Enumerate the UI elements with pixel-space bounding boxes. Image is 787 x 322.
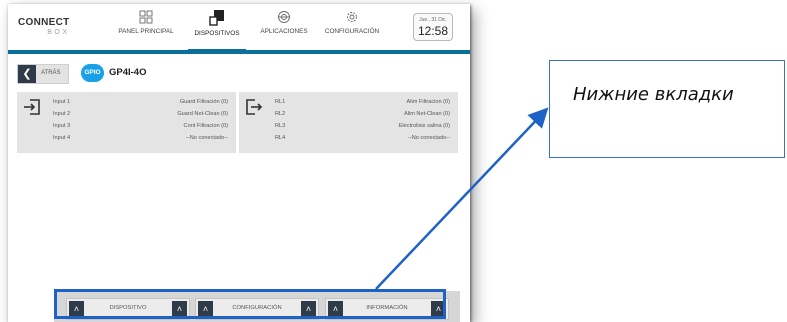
tab-label: INFORMACIÓN xyxy=(366,305,408,311)
input-value: Cont Filtracion (0) xyxy=(183,123,228,129)
applications-icon xyxy=(278,11,290,23)
clock-time: 12:58 xyxy=(417,24,449,38)
logo-text-bottom: BOX xyxy=(47,29,70,36)
back-label: ATRÁS xyxy=(41,70,61,76)
nav-panel-principal[interactable]: PANEL PRINCIPAL xyxy=(116,10,176,50)
output-row: RL1 Alim Filtracion (0) xyxy=(275,99,450,108)
output-name: RL2 xyxy=(275,111,286,117)
output-value: --No conectado-- xyxy=(408,135,450,141)
input-name: Input 1 xyxy=(53,99,71,105)
outputs-panel: RL1 Alim Filtracion (0) RL2 Alim Net-Cle… xyxy=(239,92,458,153)
input-name: Input 4 xyxy=(53,135,71,141)
tab-dispositivo[interactable]: ˄ DISPOSITIVO ˄ xyxy=(66,298,190,320)
back-button[interactable]: ❮ ATRÁS xyxy=(17,64,69,84)
chevron-up-icon[interactable]: ˄ xyxy=(172,301,187,316)
nav-label: PANEL PRINCIPAL xyxy=(118,28,174,35)
bottom-tabs-bar: ˄ DISPOSITIVO ˄ ˄ CONFIGURACIÓN ˄ ˄ INFO… xyxy=(54,291,460,322)
header-divider xyxy=(8,50,470,54)
devices-icon xyxy=(209,10,224,26)
chevron-up-icon[interactable]: ˄ xyxy=(69,301,84,316)
output-row: RL2 Alim Net-Clean (0) xyxy=(275,111,450,120)
inputs-panel: Input 1 Guard Filtración (0) Input 2 Gua… xyxy=(17,92,236,153)
tab-configuracion[interactable]: ˄ CONFIGURACIÓN ˄ xyxy=(195,298,319,320)
chevron-up-icon[interactable]: ˄ xyxy=(198,301,213,316)
input-row: Input 3 Cont Filtracion (0) xyxy=(53,123,228,132)
device-header: ❮ ATRÁS GPIO GP4I-4O xyxy=(8,56,470,88)
input-name: Input 3 xyxy=(53,123,71,129)
nav-configuracion[interactable]: CONFIGURACIÓN xyxy=(320,10,384,50)
output-name: RL3 xyxy=(275,123,286,129)
logo: CONNECT BOX xyxy=(18,17,70,37)
input-value: --No conectado-- xyxy=(186,135,228,141)
app-screenshot: CONNECT BOX PANEL PRINCIPAL DISPOSITIVOS xyxy=(8,4,470,322)
chevron-up-icon[interactable]: ˄ xyxy=(328,301,343,316)
tab-label: DISPOSITIVO xyxy=(109,305,147,311)
output-value: Alim Net-Clean (0) xyxy=(403,111,450,117)
tab-label: CONFIGURACIÓN xyxy=(232,305,282,311)
output-name: RL4 xyxy=(275,135,286,141)
nav-label: CONFIGURACIÓN xyxy=(324,28,380,35)
annotation-callout: Нижние вкладки xyxy=(549,60,785,158)
chevron-left-icon: ❮ xyxy=(18,65,36,83)
tab-informacion[interactable]: ˄ INFORMACIÓN ˄ xyxy=(325,298,449,320)
input-row: Input 4 --No conectado-- xyxy=(53,135,228,144)
chevron-up-icon[interactable]: ˄ xyxy=(431,301,446,316)
gear-icon xyxy=(347,12,357,22)
device-title: GP4I-4O xyxy=(109,67,147,78)
output-row: RL4 --No conectado-- xyxy=(275,135,450,144)
chevron-up-icon[interactable]: ˄ xyxy=(301,301,316,316)
output-name: RL1 xyxy=(275,99,286,105)
input-row: Input 1 Guard Filtración (0) xyxy=(53,99,228,108)
nav-dispositivos[interactable]: DISPOSITIVOS xyxy=(188,10,246,52)
nav-label: DISPOSITIVOS xyxy=(194,30,240,37)
nav-label: APLICACIONES xyxy=(260,28,308,35)
input-value: Guard Net-Clean (0) xyxy=(177,111,228,117)
input-row: Input 2 Guard Net-Clean (0) xyxy=(53,111,228,120)
top-bar: CONNECT BOX PANEL PRINCIPAL DISPOSITIVOS xyxy=(8,4,470,52)
logo-text-top: CONNECT xyxy=(18,17,70,28)
gpio-badge: GPIO xyxy=(81,64,104,82)
output-row: RL3 Electrolisis salina (0) xyxy=(275,123,450,132)
input-name: Input 2 xyxy=(53,111,71,117)
output-value: Alim Filtracion (0) xyxy=(406,99,450,105)
clock-widget: Jue., 31 Dic. 12:58 xyxy=(413,13,453,41)
output-value: Electrolisis salina (0) xyxy=(398,123,450,129)
nav-aplicaciones[interactable]: APLICACIONES xyxy=(253,10,315,50)
annotation-text: Нижние вкладки xyxy=(573,84,734,105)
input-value: Guard Filtración (0) xyxy=(179,99,228,105)
grid-icon xyxy=(139,10,153,24)
input-icon xyxy=(24,99,40,115)
clock-date: Jue., 31 Dic. xyxy=(419,17,447,23)
output-icon xyxy=(246,99,263,115)
